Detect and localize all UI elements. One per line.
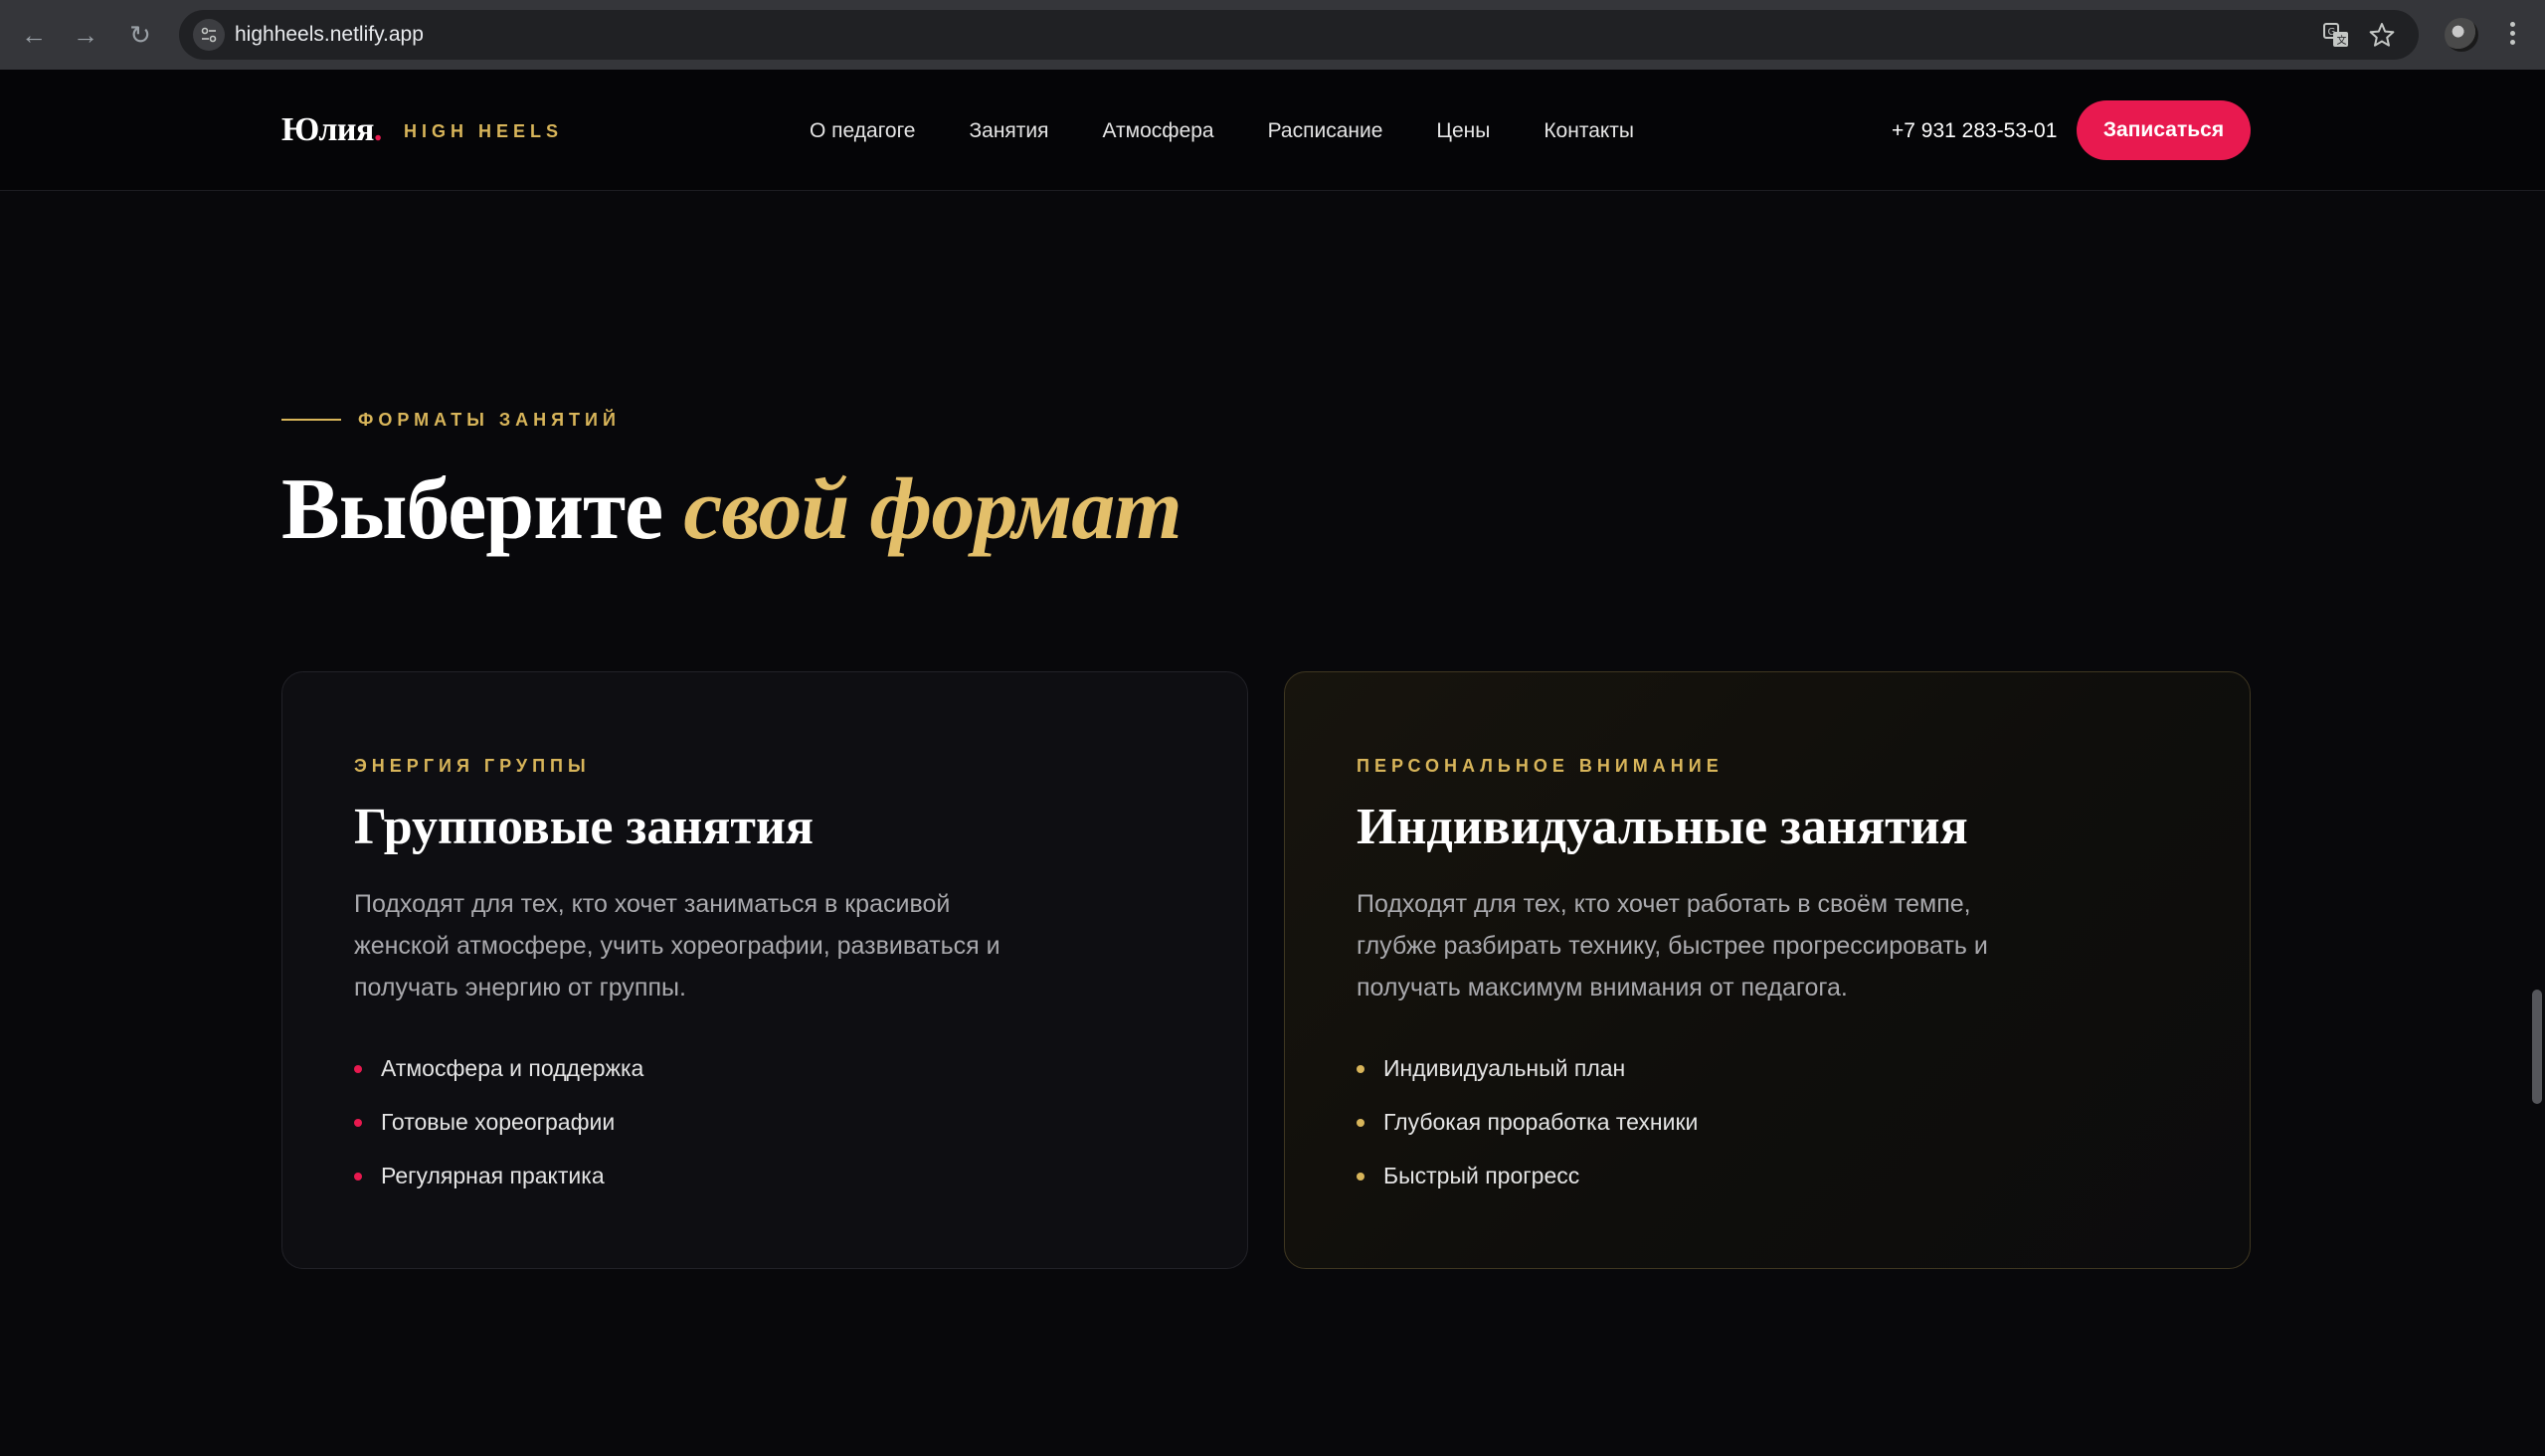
bullet-icon (354, 1119, 362, 1127)
list-item: Регулярная практика (354, 1161, 643, 1214)
individual-classes-card: ПЕРСОНАЛЬНОЕ ВНИМАНИЕ Индивидуальные зан… (1284, 671, 2251, 1269)
menu-item-teacher[interactable]: О педагоге (810, 119, 915, 143)
card-title: Индивидуальные занятия (1357, 799, 1968, 855)
section-title: Выберите свой формат (281, 461, 1182, 558)
address-bar[interactable]: highheels.netlify.app G文 (179, 10, 2419, 60)
list-item: Индивидуальный план (1357, 1053, 1698, 1107)
page-scrollbar[interactable] (2532, 990, 2542, 1104)
svg-text:G: G (2328, 27, 2336, 38)
menu-item-contacts[interactable]: Контакты (1544, 119, 1634, 143)
group-classes-card: ЭНЕРГИЯ ГРУППЫ Групповые занятия Подходя… (281, 671, 1248, 1269)
menu-dots-icon[interactable] (2502, 18, 2522, 52)
logo-subtitle: HIGH HEELS (404, 121, 564, 141)
signup-button[interactable]: Записаться (2077, 100, 2251, 160)
card-description: Подходят для тех, кто хочет работать в с… (1357, 890, 1988, 1001)
menu-item-prices[interactable]: Цены (1436, 119, 1490, 143)
menu-item-atmosphere[interactable]: Атмосфера (1103, 119, 1214, 143)
card-title: Групповые занятия (354, 799, 815, 855)
profile-avatar[interactable] (2445, 18, 2478, 52)
url-text[interactable]: highheels.netlify.app (235, 23, 424, 47)
list-item: Глубокая проработка техники (1357, 1107, 1698, 1161)
back-arrow-icon[interactable]: ← (17, 18, 51, 52)
section-eyebrow: ФОРМАТЫ ЗАНЯТИЙ (358, 410, 621, 430)
svg-text:文: 文 (2337, 34, 2347, 47)
forward-arrow-icon[interactable]: → (69, 18, 102, 52)
card-eyebrow: ПЕРСОНАЛЬНОЕ ВНИМАНИЕ (1357, 756, 1724, 776)
browser-toolbar: ← → ↻ highheels.netlify.app G文 (0, 0, 2545, 70)
main-menu: О педагоге Занятия Атмосфера Расписание … (810, 119, 1634, 143)
menu-item-schedule[interactable]: Расписание (1268, 119, 1383, 143)
card-eyebrow: ЭНЕРГИЯ ГРУППЫ (354, 756, 591, 776)
card-description: Подходят для тех, кто хочет заниматься в… (354, 890, 1000, 1001)
bullet-icon (1357, 1119, 1364, 1127)
card-feature-list: Атмосфера и поддержка Готовые хореографи… (354, 1053, 643, 1214)
list-item: Готовые хореографии (354, 1107, 643, 1161)
site-header: Юлия. HIGH HEELS О педагоге Занятия Атмо… (0, 70, 2545, 191)
bullet-icon (1357, 1173, 1364, 1181)
logo[interactable]: Юлия. (281, 111, 382, 149)
card-feature-list: Индивидуальный план Глубокая проработка … (1357, 1053, 1698, 1214)
bullet-icon (354, 1173, 362, 1181)
translate-icon[interactable]: G文 (2321, 20, 2351, 50)
list-item: Быстрый прогресс (1357, 1161, 1698, 1214)
list-item: Атмосфера и поддержка (354, 1053, 643, 1107)
menu-item-classes[interactable]: Занятия (969, 119, 1048, 143)
bullet-icon (1357, 1065, 1364, 1073)
reload-icon[interactable]: ↻ (123, 18, 157, 52)
bullet-icon (354, 1065, 362, 1073)
site-settings-icon[interactable] (193, 19, 225, 51)
star-icon[interactable] (2367, 20, 2397, 50)
eyebrow-divider (281, 419, 341, 421)
phone-link[interactable]: +7 931 283-53-01 (1892, 119, 2057, 143)
